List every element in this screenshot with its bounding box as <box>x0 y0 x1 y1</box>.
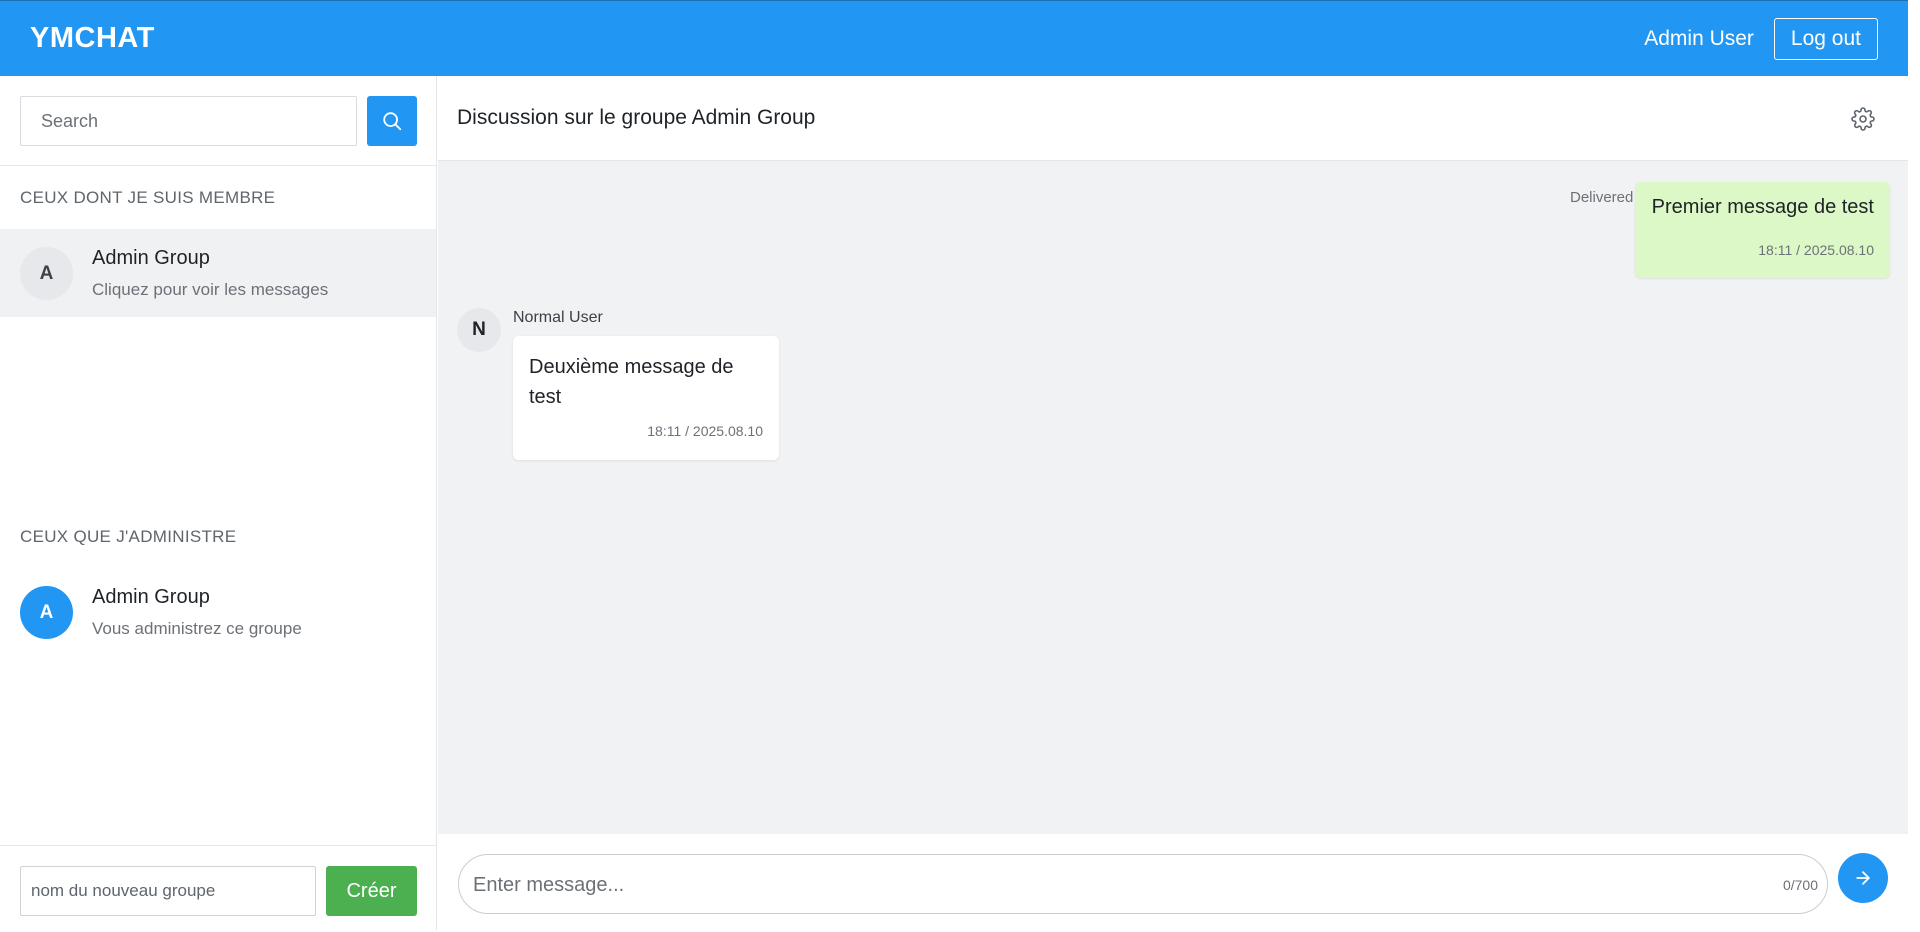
admin-group-item[interactable]: A Admin Group Vous administrez ce groupe <box>0 568 436 656</box>
search-button[interactable] <box>367 96 417 146</box>
message-input-wrapper: 0/700 <box>458 854 1828 914</box>
group-name: Admin Group <box>92 247 210 269</box>
app-logo[interactable]: YMCHAT <box>30 22 155 55</box>
admin-section-title: CEUX QUE J'ADMINISTRE <box>20 527 237 546</box>
message-text: Deuxième message de test <box>529 356 734 408</box>
sender-avatar: N <box>457 308 501 352</box>
message-timestamp: 18:11 / 2025.08.10 <box>647 423 763 439</box>
header-user-area: Admin User Log out <box>1644 17 1878 60</box>
chat-panel: Discussion sur le groupe Admin Group Del… <box>438 76 1908 930</box>
member-group-item[interactable]: A Admin Group Cliquez pour voir les mess… <box>0 229 436 317</box>
logout-button[interactable]: Log out <box>1773 17 1878 60</box>
group-subtitle: Vous administrez ce groupe <box>92 619 302 638</box>
group-avatar: A <box>20 247 73 300</box>
message-input[interactable] <box>473 865 1723 905</box>
outgoing-message: Premier message de test 18:11 / 2025.08.… <box>1635 182 1890 278</box>
gear-icon <box>1851 107 1875 131</box>
create-group-button[interactable]: Créer <box>326 866 417 916</box>
send-button[interactable] <box>1838 853 1888 903</box>
current-user-name: Admin User <box>1644 26 1754 50</box>
message-composer: 0/700 <box>438 834 1908 930</box>
member-section-title: CEUX DONT JE SUIS MEMBRE <box>20 188 276 207</box>
search-icon <box>383 112 402 131</box>
message-timestamp: 18:11 / 2025.08.10 <box>1758 242 1874 258</box>
group-avatar: A <box>20 586 73 639</box>
search-input[interactable] <box>20 96 357 146</box>
group-name: Admin Group <box>92 586 210 608</box>
chat-header: Discussion sur le groupe Admin Group <box>438 76 1908 161</box>
sidebar-divider <box>0 165 437 166</box>
incoming-message: Deuxième message de test 18:11 / 2025.08… <box>513 336 779 460</box>
new-group-name-input[interactable] <box>20 866 316 916</box>
search-bar <box>20 96 417 146</box>
message-status: Delivered <box>1570 189 1634 206</box>
char-counter: 0/700 <box>1782 877 1818 893</box>
sender-name: Normal User <box>513 309 603 326</box>
settings-button[interactable] <box>1848 104 1878 134</box>
sidebar: CEUX DONT JE SUIS MEMBRE A Admin Group C… <box>0 76 437 930</box>
app-header: YMCHAT Admin User Log out <box>0 0 1908 76</box>
new-group-form: Créer <box>0 845 437 930</box>
chat-title: Discussion sur le groupe Admin Group <box>457 106 816 129</box>
message-text: Premier message de test <box>1651 196 1874 218</box>
arrow-right-icon <box>1856 871 1870 885</box>
group-subtitle: Cliquez pour voir les messages <box>92 280 329 299</box>
